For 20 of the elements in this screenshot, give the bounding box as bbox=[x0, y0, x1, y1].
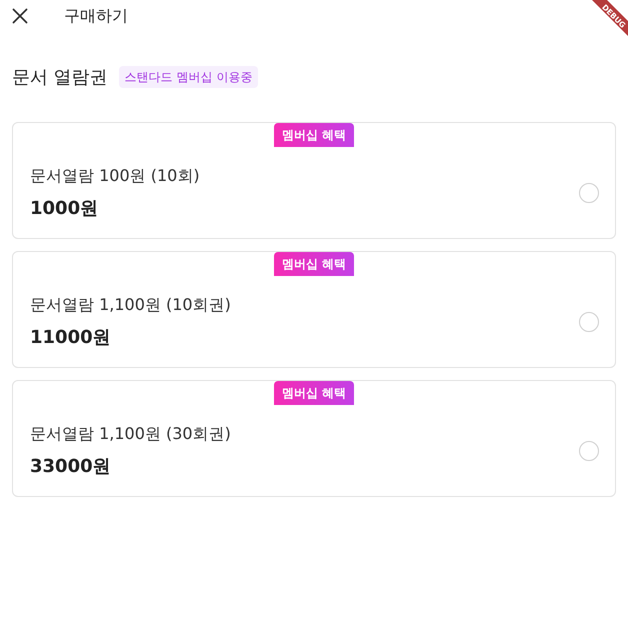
option-card[interactable]: 멤버십 혜택 문서열람 100원 (10회) 1000원 bbox=[12, 122, 616, 239]
option-name: 문서열람 1,100원 (30회권) bbox=[30, 423, 231, 445]
option-price: 11000원 bbox=[30, 326, 112, 350]
close-button[interactable] bbox=[12, 8, 28, 24]
option-name: 문서열람 100원 (10회) bbox=[30, 165, 200, 187]
option-card[interactable]: 멤버십 혜택 문서열람 1,100원 (30회권) 33000원 bbox=[12, 380, 616, 497]
close-icon bbox=[12, 8, 28, 24]
option-price: 1000원 bbox=[30, 197, 100, 221]
option-name: 문서열람 1,100원 (10회권) bbox=[30, 294, 231, 316]
radio-button[interactable] bbox=[579, 312, 599, 332]
section-title: 문서 열람권 bbox=[12, 66, 108, 89]
page-title: 구매하기 bbox=[64, 6, 128, 26]
membership-benefit-badge: 멤버십 혜택 bbox=[274, 252, 354, 276]
option-card[interactable]: 멤버십 혜택 문서열람 1,100원 (10회권) 11000원 bbox=[12, 251, 616, 368]
radio-button[interactable] bbox=[579, 182, 599, 202]
option-price: 33000원 bbox=[30, 455, 112, 479]
membership-benefit-badge: 멤버십 혜택 bbox=[274, 381, 354, 405]
radio-button[interactable] bbox=[579, 440, 599, 460]
membership-benefit-badge: 멤버십 혜택 bbox=[274, 123, 354, 147]
membership-status-badge: 스탠다드 멤버십 이용중 bbox=[118, 66, 258, 88]
